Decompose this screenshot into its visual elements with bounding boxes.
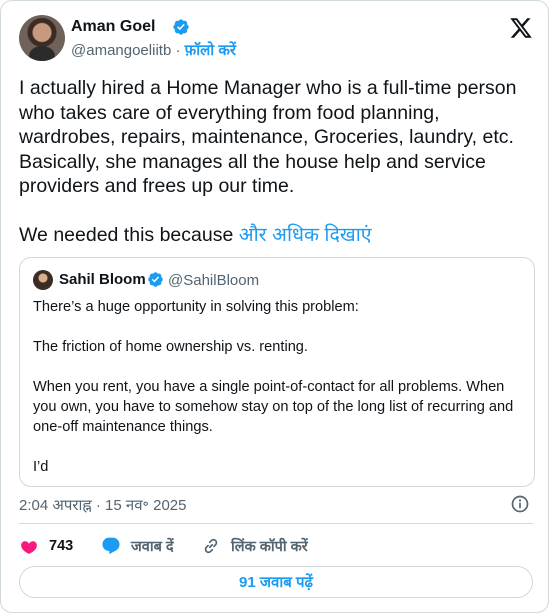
copy-link-label: लिंक कॉपी करें [231, 539, 308, 555]
tweet-card: Aman Goel @amangoeliitb · फ़ॉलो करें I a… [0, 0, 549, 613]
quote-line: When you rent, you have a single point-o… [33, 379, 514, 435]
quote-line: There’s a huge opportunity in solving th… [33, 299, 359, 315]
quote-line: I’d [33, 459, 49, 475]
tweet-text: I actually hired a Home Manager who is a… [19, 76, 539, 248]
tweet-paragraph-prefix: We needed this because [19, 224, 239, 246]
like-button[interactable]: 743 [19, 535, 73, 557]
reply-bubble-icon [102, 537, 120, 555]
quote-avatar [33, 270, 53, 290]
separator: · [175, 42, 181, 59]
quoted-tweet[interactable]: Sahil Bloom @SahilBloom There’s a huge o… [19, 257, 535, 487]
like-count: 743 [49, 538, 74, 554]
tweet-paragraph: I actually hired a Home Manager who is a… [19, 77, 517, 197]
timestamp[interactable]: 2:04 अपराह्न · 15 नव॰ 2025 [19, 495, 186, 515]
x-logo-icon[interactable] [509, 16, 533, 40]
verified-badge-icon [148, 272, 163, 287]
heart-icon [21, 541, 37, 554]
info-icon[interactable] [510, 494, 530, 514]
copy-link-button[interactable]: लिंक कॉपी करें [201, 535, 308, 557]
action-bar: 743 जवाब दें लिंक कॉपी करें [19, 535, 533, 557]
divider [19, 523, 533, 524]
quote-author-handle: @SahilBloom [168, 272, 260, 289]
link-icon [204, 538, 218, 554]
quote-line: The friction of home ownership vs. renti… [33, 339, 308, 355]
quote-author-name: Sahil Bloom [59, 271, 146, 288]
reply-button[interactable]: जवाब दें [101, 535, 174, 557]
quote-text: There’s a huge opportunity in solving th… [33, 297, 529, 497]
avatar[interactable] [19, 15, 65, 61]
follow-button[interactable]: फ़ॉलो करें [185, 42, 236, 59]
author-name[interactable]: Aman Goel [71, 18, 155, 36]
author-handle[interactable]: @amangoeliitb [71, 42, 171, 59]
tweet-paragraph: We needed this because और अधिक दिखाएं [19, 223, 539, 248]
show-more-link[interactable]: और अधिक दिखाएं [239, 224, 372, 246]
read-replies-button[interactable]: 91 जवाब पढ़ें [19, 566, 533, 598]
reply-label: जवाब दें [131, 539, 174, 555]
tweet-header: Aman Goel @amangoeliitb · फ़ॉलो करें [19, 15, 533, 61]
verified-badge-icon [173, 19, 189, 35]
handle-row: @amangoeliitb · फ़ॉलो करें [71, 40, 236, 60]
